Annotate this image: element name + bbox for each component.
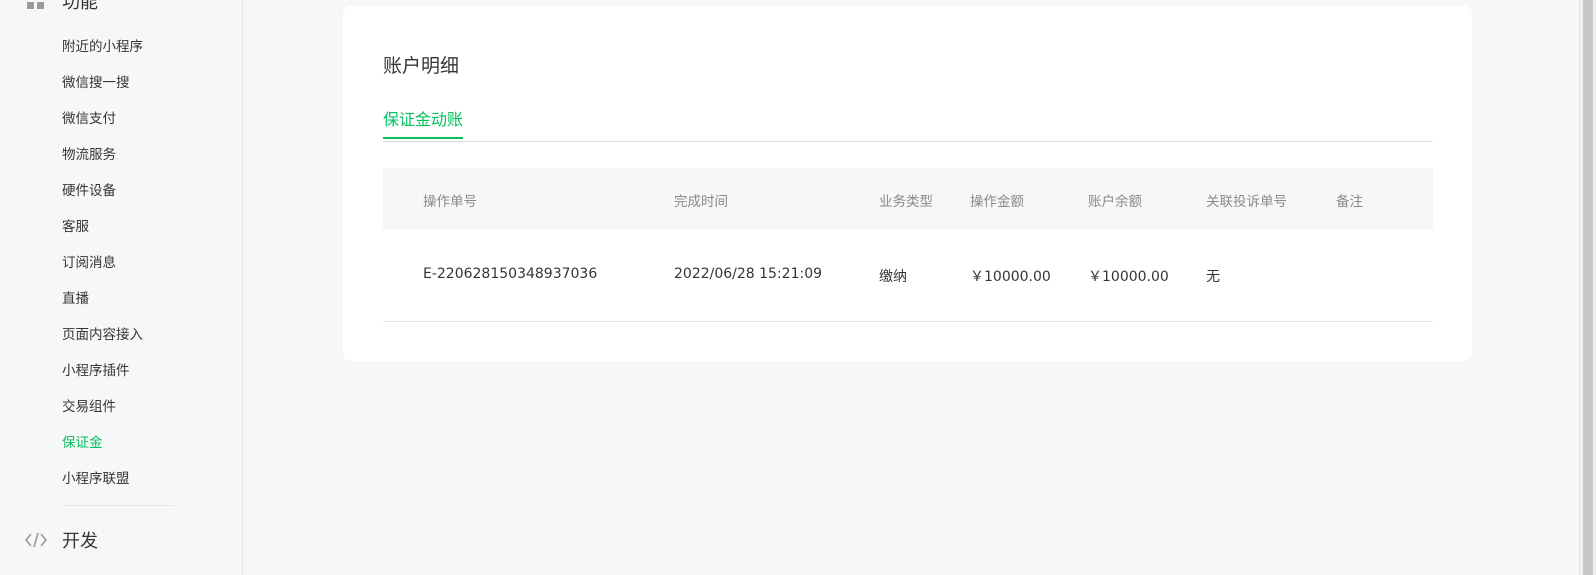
sidebar-item-logistics[interactable]: 物流服务 — [62, 142, 143, 178]
sidebar-item-trade[interactable]: 交易组件 — [62, 394, 143, 430]
tab-bar: 保证金动账 — [383, 106, 1433, 142]
sidebar-item-search[interactable]: 微信搜一搜 — [62, 70, 143, 106]
column-header-remark: 备注 — [1336, 194, 1363, 210]
column-header-amount: 操作金额 — [970, 194, 1024, 210]
column-header-order-no: 操作单号 — [423, 194, 477, 210]
cell-time: 2022/06/28 15:21:09 — [674, 266, 823, 282]
section-develop-label: 开发 — [62, 531, 98, 552]
account-detail-card: 账户明细 保证金动账 操作单号 完成时间 业务类型 操作金额 账户余额 关联投诉… — [343, 6, 1472, 361]
cell-amount: ￥10000.00 — [970, 269, 1051, 285]
page-scrollbar[interactable] — [1579, 0, 1596, 575]
section-function-label: 功能 — [62, 0, 98, 13]
cell-type: 缴纳 — [879, 269, 907, 285]
sidebar-item-plugin[interactable]: 小程序插件 — [62, 358, 143, 394]
section-function[interactable]: 功能 — [24, 0, 98, 14]
cell-order-no: E-220628150348937036 — [423, 266, 598, 282]
cell-complaint-no: 无 — [1206, 269, 1220, 285]
sidebar-item-deposit[interactable]: 保证金 — [62, 430, 143, 466]
sidebar-item-subscribe[interactable]: 订阅消息 — [62, 250, 143, 286]
cell-balance: ￥10000.00 — [1088, 269, 1169, 285]
sidebar-item-pay[interactable]: 微信支付 — [62, 106, 143, 142]
sidebar: 功能 附近的小程序 微信搜一搜 微信支付 物流服务 硬件设备 客服 订阅消息 直… — [0, 0, 243, 575]
column-header-time: 完成时间 — [674, 194, 728, 210]
sidebar-divider — [62, 505, 174, 506]
table-row: E-220628150348937036 2022/06/28 15:21:09… — [383, 229, 1433, 322]
sidebar-item-alliance[interactable]: 小程序联盟 — [62, 466, 143, 502]
section-develop[interactable]: 开发 — [24, 527, 98, 553]
sidebar-item-live[interactable]: 直播 — [62, 286, 143, 322]
transactions-table: 操作单号 完成时间 业务类型 操作金额 账户余额 关联投诉单号 备注 E-220… — [383, 168, 1433, 322]
grid-icon — [24, 0, 48, 13]
table-header: 操作单号 完成时间 业务类型 操作金额 账户余额 关联投诉单号 备注 — [383, 168, 1433, 229]
code-icon — [24, 528, 48, 552]
column-header-complaint-no: 关联投诉单号 — [1206, 194, 1287, 210]
column-header-type: 业务类型 — [879, 194, 933, 210]
sidebar-item-content[interactable]: 页面内容接入 — [62, 322, 143, 358]
sidebar-item-hardware[interactable]: 硬件设备 — [62, 178, 143, 214]
column-header-balance: 账户余额 — [1088, 194, 1142, 210]
scrollbar-thumb[interactable] — [1583, 0, 1593, 575]
sidebar-item-customer-service[interactable]: 客服 — [62, 214, 143, 250]
sidebar-item-nearby[interactable]: 附近的小程序 — [62, 34, 143, 70]
page-title: 账户明细 — [383, 55, 460, 77]
sidebar-nav: 附近的小程序 微信搜一搜 微信支付 物流服务 硬件设备 客服 订阅消息 直播 页… — [62, 34, 143, 502]
tab-deposit-transactions[interactable]: 保证金动账 — [383, 106, 464, 139]
